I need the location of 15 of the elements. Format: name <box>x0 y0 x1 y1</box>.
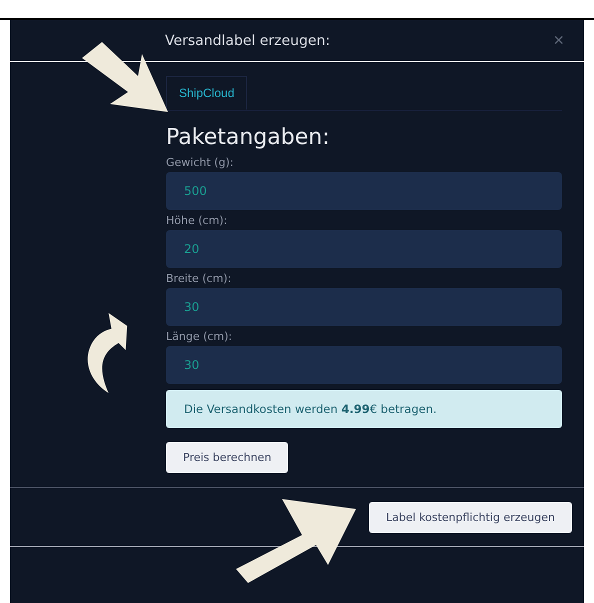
field-label: Breite (cm): <box>166 272 232 285</box>
field-label: Höhe (cm): <box>166 214 228 227</box>
section-heading: Paketangaben: <box>166 125 331 150</box>
field-label: Gewicht (g): <box>166 156 234 169</box>
tab[interactable]: ShipCloud <box>166 76 248 110</box>
price-notice: Die Versandkosten werden 4.99€ betragen. <box>166 390 562 428</box>
input-field[interactable]: 20 <box>166 230 562 268</box>
field-label: Länge (cm): <box>166 330 232 343</box>
input-field[interactable]: 500 <box>166 172 562 210</box>
create-label-button[interactable]: Label kostenpflichtig erzeugen <box>368 502 572 533</box>
close-button[interactable]: × <box>553 30 564 51</box>
input-field[interactable]: 30 <box>166 346 562 384</box>
input-field[interactable]: 30 <box>166 288 562 326</box>
dialog-title: Versandlabel erzeugen: <box>165 32 330 48</box>
calculate-button[interactable]: Preis berechnen <box>166 442 288 473</box>
